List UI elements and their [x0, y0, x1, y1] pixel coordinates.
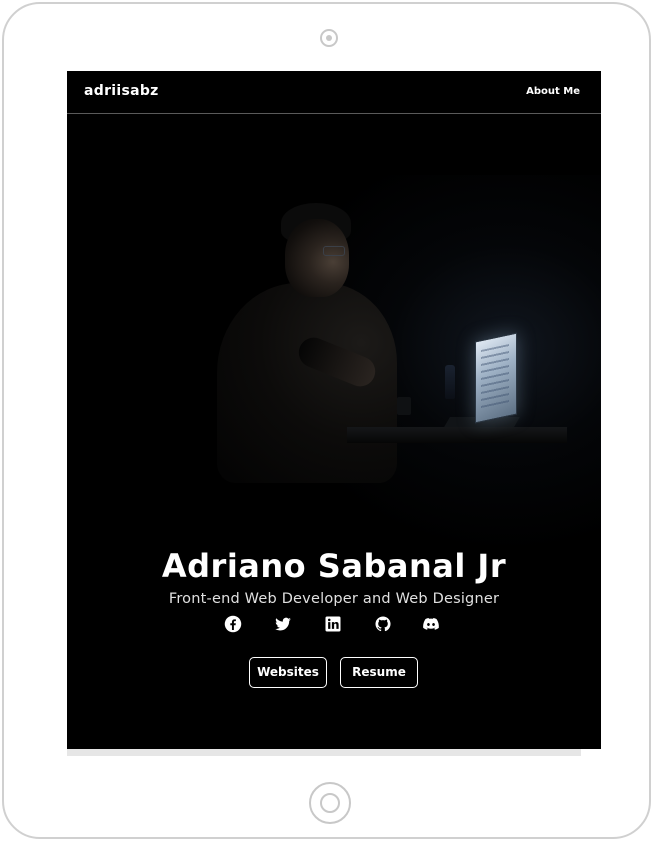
navbar: adriisabz About Me — [67, 71, 601, 114]
websites-button[interactable]: Websites — [249, 657, 327, 688]
resume-button[interactable]: Resume — [340, 657, 418, 688]
site-logo[interactable]: adriisabz — [84, 83, 159, 99]
twitter-icon[interactable] — [274, 615, 294, 635]
camera-icon — [320, 29, 338, 47]
screen: adriisabz About Me Adriano Sabanal Jr Fr… — [67, 71, 601, 749]
facebook-icon[interactable] — [224, 615, 244, 635]
hero-title: Adriano Sabanal Jr — [161, 547, 507, 585]
nav-link-about-me[interactable]: About Me — [526, 86, 580, 97]
home-button[interactable] — [309, 782, 351, 824]
social-links — [224, 615, 444, 637]
github-icon[interactable] — [374, 615, 394, 635]
hero-subtitle: Front-end Web Developer and Web Designer — [168, 591, 500, 607]
hero-section: Adriano Sabanal Jr Front-end Web Develop… — [67, 115, 601, 749]
discord-icon[interactable] — [422, 615, 442, 635]
screen-shadow — [67, 748, 581, 756]
linkedin-icon[interactable] — [324, 615, 344, 635]
